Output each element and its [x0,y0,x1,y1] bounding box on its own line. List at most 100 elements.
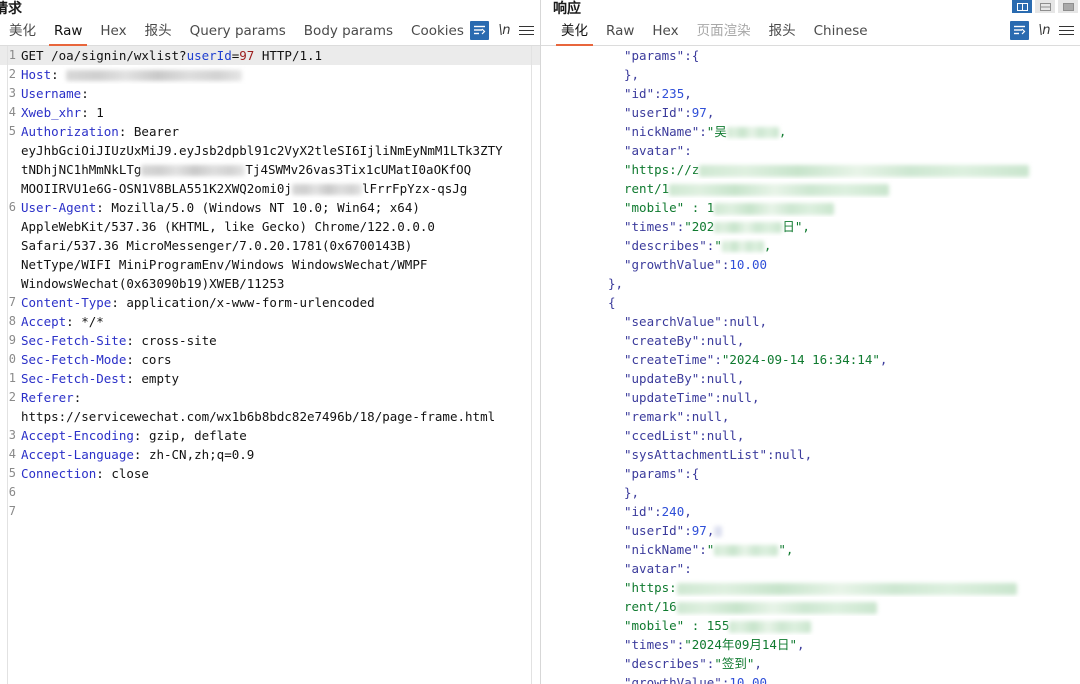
code-token: : [714,390,722,405]
request-line: 5 Authorization: Bearer [0,122,540,141]
response-line: "times":"2024年09月14日", [540,635,1080,654]
code-token: GET /oa/signin/wxlist? [21,48,187,63]
request-line: 6 [0,483,540,502]
response-panel-title: 响应 [553,1,581,17]
code-token: : [684,523,692,538]
request-raw-text[interactable]: 1 GET /oa/signin/wxlist?userId=97 HTTP/1.… [0,46,540,684]
request-line: 0 Sec-Fetch-Mode: cors [0,350,540,369]
hamburger-menu-icon[interactable] [1059,25,1074,36]
response-line: "id":235, [540,84,1080,103]
code-token: "params" [624,466,685,481]
code-token: , [684,504,692,519]
request-line: 1 GET /oa/signin/wxlist?userId=97 HTTP/1.… [0,46,540,65]
response-line: "createTime":"2024-09-14 16:34:14", [540,350,1080,369]
line-text: "params":{ [540,46,1080,65]
tab-response-beautify[interactable]: 美化 [552,19,597,46]
request-line: WindowsWechat(0x63090b19)XWEB/11253 [0,274,540,293]
redacted-text [714,202,835,215]
response-line: "avatar": [540,559,1080,578]
code-token: "updateBy" [624,371,700,386]
tab-response-hex[interactable]: Hex [643,19,687,45]
code-token: null [706,371,737,386]
word-wrap-icon[interactable] [470,21,490,40]
code-token: "updateTime" [624,390,715,405]
code-token: : [684,409,692,424]
code-token: 97 [691,105,707,120]
tab-request-cookies[interactable]: Cookies [402,19,473,45]
request-gutter-divider [7,46,8,684]
tab-response-chinese[interactable]: Chinese [805,19,877,45]
request-line: MOOIIRVU1e6G-OSN1V8BLA551K2XWQ2omi0j lFrr… [0,179,540,198]
single-pane-button[interactable] [1058,0,1078,13]
line-text: }, [540,483,1080,502]
code-token: : [684,561,692,576]
code-token: , [736,428,745,443]
code-token: "mobile" : 155 [624,618,730,633]
redacted-text [726,127,779,138]
response-line: { [540,293,1080,312]
newline-toggle[interactable]: \n [498,23,510,38]
code-token: : [684,105,692,120]
tab-request-hex[interactable]: Hex [91,19,135,45]
line-number: 4 [8,447,16,461]
line-text: "updateTime":null, [540,388,1080,407]
code-token: : application/x-www-form-urlencoded [111,295,375,310]
response-line: rent/1 [540,179,1080,198]
response-line: "nickName":" ", [540,540,1080,559]
code-token: Referer [21,390,74,405]
line-number: 1 [8,48,16,62]
response-line: }, [540,483,1080,502]
code-token: : cors [126,352,172,367]
tab-response-headers[interactable]: 报头 [760,19,805,45]
code-token: : gzip, deflate [133,428,247,443]
response-line: "mobile" : 1 [540,198,1080,217]
code-token: Accept-Language [21,447,134,462]
panel-divider[interactable] [540,0,541,684]
word-wrap-icon[interactable] [1010,21,1030,40]
split-horizontal-button[interactable] [1035,0,1055,13]
hamburger-menu-icon[interactable] [519,25,534,36]
response-line: "describes":"签到", [540,654,1080,673]
code-token: "吴 [706,124,727,139]
line-number: 4 [8,105,16,119]
response-line: "userId":97, [540,103,1080,122]
line-text: Authorization: Bearer [19,122,540,141]
tab-request-headers[interactable]: 报头 [136,19,181,45]
code-token: 97 [239,48,255,63]
line-text: "searchValue":null, [540,312,1080,331]
code-token: "userId" [624,523,685,538]
code-token: }, [608,276,624,291]
line-text: Accept-Encoding: gzip, deflate [19,426,540,445]
response-line: rent/16 [540,597,1080,616]
redacted-text [714,222,783,233]
split-vertical-button[interactable] [1012,0,1032,13]
response-line: "https://z [540,160,1080,179]
response-line: "searchValue":null, [540,312,1080,331]
code-token: : zh-CN,zh;q=0.9 [133,447,255,462]
tab-request-raw[interactable]: Raw [45,19,91,46]
tab-response-page-render[interactable]: 页面渲染 [688,19,760,45]
line-text: rent/16 [540,597,1080,616]
line-text: "nickName":" ", [540,540,1080,559]
code-token: : */* [66,314,104,329]
code-token: , [796,637,805,652]
line-text: "updateBy":null, [540,369,1080,388]
redacted-text [669,183,890,196]
request-tools: \n [470,21,534,40]
response-json-text[interactable]: "params":{}, "id":235, "userId":97, "nickNa… [540,46,1080,684]
code-token: "2024年09月14日" [684,637,797,652]
request-panel-title: 请求 [0,1,22,17]
code-token: : [654,86,662,101]
code-token: , [736,333,745,348]
line-text: eyJhbGciOiJIUzUxMiJ9.eyJsb2dpbl91c2VyX2t… [19,141,540,160]
request-line: 9 Sec-Fetch-Site: cross-site [0,331,540,350]
tab-request-beautify[interactable]: 美化 [0,19,45,45]
newline-toggle[interactable]: \n [1038,23,1050,38]
code-token: Sec-Fetch-Dest [21,371,127,386]
tab-response-raw[interactable]: Raw [597,19,643,45]
tab-request-body-params[interactable]: Body params [295,19,402,45]
line-text: "times":"202 日", [540,217,1080,236]
code-token: , [684,86,692,101]
redacted-text [66,70,243,81]
tab-request-query-params[interactable]: Query params [181,19,295,45]
